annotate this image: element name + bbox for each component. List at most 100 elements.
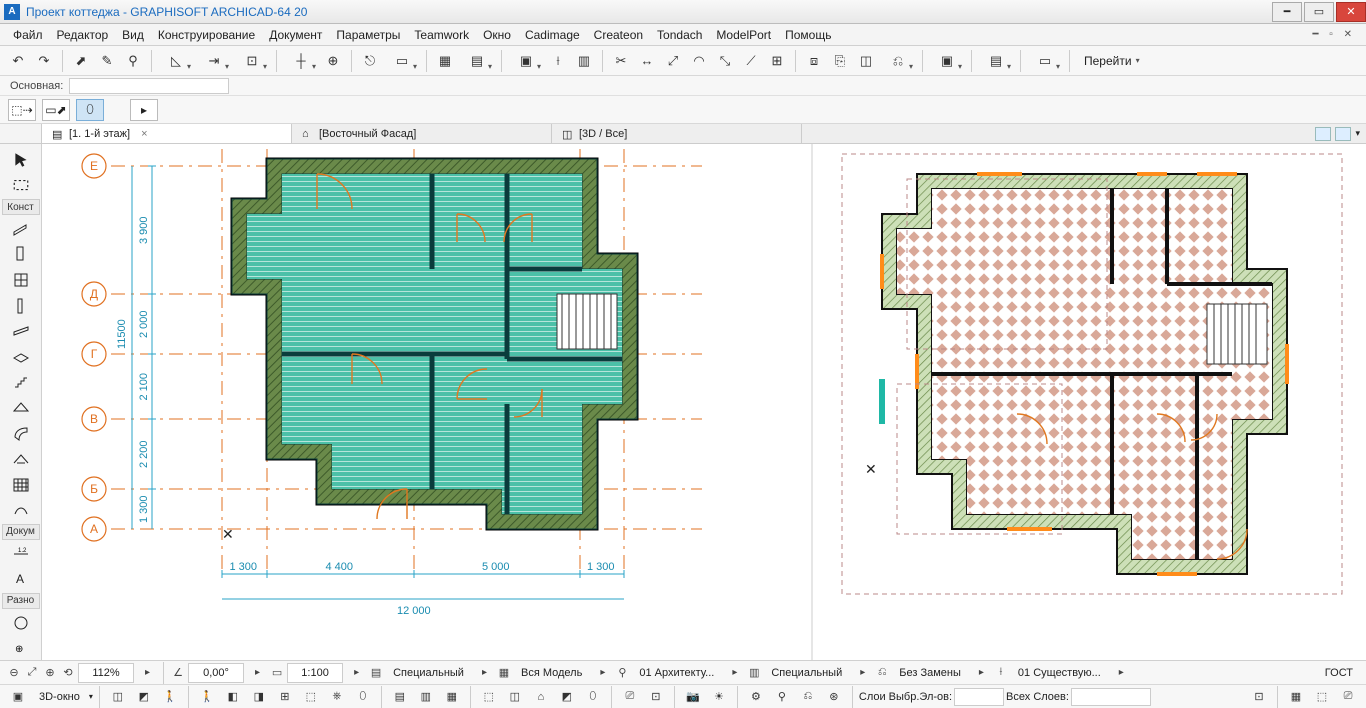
reno-menu[interactable] [851,663,872,683]
mode-arrow-cursor[interactable]: ⬚⇢ [8,99,36,121]
renofilter-menu[interactable] [1110,663,1131,683]
shade4-icon[interactable]: ◩ [555,687,579,707]
shade2-icon[interactable]: ◫ [503,687,527,707]
menu-view[interactable]: Вид [115,28,151,42]
zoom-fit-icon[interactable]: ⤢ [24,665,40,681]
tab-close-icon[interactable]: × [141,128,147,140]
mode-pointer[interactable]: ▸ [130,99,158,121]
end4-icon[interactable]: ⎚ [1336,687,1360,707]
object-tool[interactable]: ⊕ [6,636,36,660]
sel-layers-field[interactable] [954,688,1004,706]
close-button[interactable]: ✕ [1336,2,1366,22]
fillet-icon[interactable]: ◠ [687,49,711,73]
walk-icon[interactable]: 🚶 [158,687,182,707]
window-tool[interactable] [6,268,36,292]
render1-icon[interactable]: ⎚ [618,687,642,707]
layercombo-menu[interactable] [473,663,494,683]
end1-icon[interactable]: ⊡ [1247,687,1271,707]
adjust-icon[interactable]: ↔ [635,49,659,73]
goto-dropdown[interactable]: Перейти [1076,49,1148,73]
status-penset[interactable]: 01 Архитекту... [632,663,721,683]
sec2-icon[interactable]: ▥ [414,687,438,707]
link-icon[interactable]: ⎘ [828,49,852,73]
eyedropper-icon[interactable]: ✎ [95,49,119,73]
end3-icon[interactable]: ⬚ [1310,687,1334,707]
status-layercombo[interactable]: Специальный [386,663,471,683]
roof-tool[interactable] [6,396,36,420]
axo-icon[interactable]: ◩ [132,687,156,707]
op1-icon[interactable]: ⚙ [744,687,768,707]
scale-value[interactable]: 1:100 [287,663,343,683]
zoom-value[interactable]: 112% [78,663,134,683]
mesh-tool[interactable] [6,611,36,635]
minimize-button[interactable]: ━ [1272,2,1302,22]
measure-icon[interactable]: ◺ [158,49,194,73]
dimension-tool[interactable]: 1.2 [6,542,36,566]
scale-menu[interactable] [345,663,366,683]
mode-quick-select[interactable]: ⬯ [76,99,104,121]
nav1-icon[interactable]: 🚶 [195,687,219,707]
tab-right-controls[interactable]: ▾ [1309,124,1366,143]
zoom-in-icon[interactable]: ⊕ [42,665,58,681]
favorites-icon[interactable]: ▣ [508,49,544,73]
menu-document[interactable]: Документ [262,28,329,42]
render2-icon[interactable]: ⊡ [644,687,668,707]
quickopt-icon[interactable]: ▭ [1027,49,1063,73]
sec1-icon[interactable]: ▤ [388,687,412,707]
angle-menu[interactable] [246,663,267,683]
sun-icon[interactable]: ☀ [707,687,731,707]
menu-window[interactable]: Окно [476,28,518,42]
menu-file[interactable]: Файл [6,28,50,42]
status-override[interactable]: Без Замены [892,663,968,683]
layer-field[interactable] [69,78,229,94]
solid-op-icon[interactable]: ⧈ [802,49,826,73]
menu-cadimage[interactable]: Cadimage [518,28,587,42]
slab-tool[interactable] [6,345,36,369]
menu-editor[interactable]: Редактор [50,28,116,42]
op2-icon[interactable]: ⚲ [770,687,794,707]
shade1-icon[interactable]: ⬚ [477,687,501,707]
trace-ref-icon[interactable] [1315,127,1331,141]
column-tool[interactable] [6,294,36,318]
suspend-icon[interactable]: ⎋ [358,49,382,73]
status-reno[interactable]: Специальный [764,663,849,683]
snap-guide-icon[interactable]: ⊡ [234,49,270,73]
zoom-menu[interactable] [136,663,157,683]
op4-icon[interactable]: ⊛ [822,687,846,707]
nav5-icon[interactable]: ⬚ [299,687,323,707]
wall-tool[interactable] [6,217,36,241]
penset-menu[interactable] [723,663,744,683]
shade5-icon[interactable]: ⬯ [581,687,605,707]
layer-icon[interactable]: ▤ [459,49,495,73]
menu-createon[interactable]: Createon [587,28,650,42]
end2-icon[interactable]: ▦ [1284,687,1308,707]
split-icon[interactable]: ✂ [609,49,633,73]
chevron-down-icon[interactable]: ▾ [1355,128,1360,139]
all-layers-field[interactable] [1071,688,1151,706]
mdi-window-buttons[interactable]: ━ ▫ ✕ [1312,29,1360,40]
skylight-tool[interactable] [6,447,36,471]
sec3-icon[interactable]: ▦ [440,687,464,707]
module-icon[interactable]: ◫ [854,49,878,73]
persp-icon[interactable]: ◫ [106,687,130,707]
morph-tool[interactable] [6,498,36,522]
zoom-prev-icon[interactable]: ⟲ [60,665,76,681]
tab-floorplan[interactable]: ▤ [1. 1-й этаж] × [42,124,292,143]
shell-tool[interactable] [6,422,36,446]
nav6-icon[interactable]: ⎈ [325,687,349,707]
extend-icon[interactable]: ⊞ [765,49,789,73]
menu-help[interactable]: Помощь [778,28,838,42]
trace-icon[interactable]: ▥ [572,49,596,73]
nav2-icon[interactable]: ◧ [221,687,245,707]
redo-icon[interactable]: ↷ [32,49,56,73]
mode-marquee[interactable]: ▭⬈ [42,99,70,121]
view3d-button[interactable]: 3D-окно [32,687,87,707]
override-menu[interactable] [970,663,991,683]
menu-design[interactable]: Конструирование [151,28,262,42]
modelview-menu[interactable] [591,663,612,683]
ruler-icon[interactable]: ⟊ [546,49,570,73]
menu-teamwork[interactable]: Teamwork [407,28,476,42]
pick-icon[interactable]: ⬈ [69,49,93,73]
menu-tondach[interactable]: Tondach [650,28,709,42]
angle-value[interactable]: 0,00° [188,663,244,683]
